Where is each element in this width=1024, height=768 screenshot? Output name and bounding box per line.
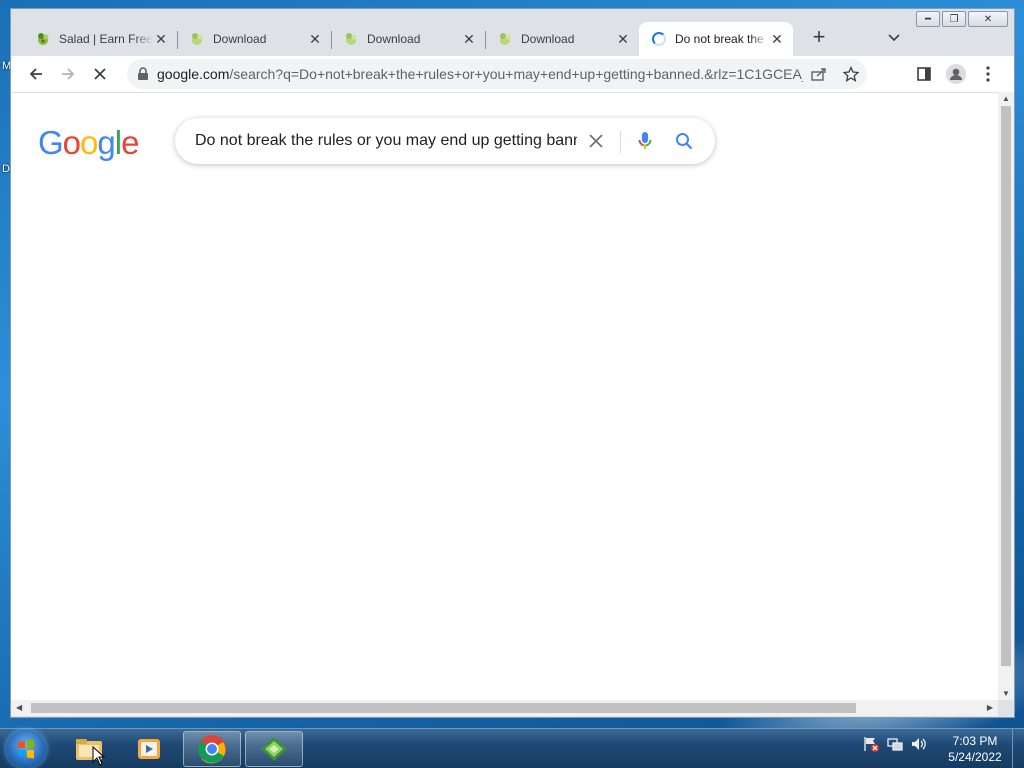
network-icon[interactable]	[886, 735, 904, 753]
close-window-button[interactable]: ✕	[968, 11, 1008, 27]
windows-logo-icon	[18, 739, 34, 759]
taskbar-media-player[interactable]	[120, 731, 178, 767]
lock-icon[interactable]	[137, 67, 149, 81]
clock-date: 5/24/2022	[948, 750, 1002, 764]
tab-search-chevron-icon[interactable]	[883, 27, 905, 49]
tab-download-3[interactable]: Download ✕	[485, 22, 639, 56]
page-content: Google Do not break the rules or you may…	[11, 92, 998, 700]
tab-title: Download	[521, 32, 575, 46]
profile-avatar-icon[interactable]	[940, 58, 972, 90]
scroll-left-arrow-icon[interactable]: ◀	[16, 703, 22, 712]
side-panel-icon[interactable]	[908, 58, 940, 90]
media-player-icon	[138, 739, 160, 759]
microphone-icon[interactable]	[634, 130, 656, 152]
tab-title: Download	[367, 32, 421, 46]
window-controls: ━ ❐ ✕	[916, 11, 1008, 27]
loading-spinner-icon	[651, 31, 667, 47]
salad-app-icon	[261, 737, 287, 761]
clock-time: 7:03 PM	[952, 734, 998, 748]
action-center-flag-icon[interactable]	[862, 735, 880, 753]
salad-icon	[500, 33, 511, 45]
minimize-button[interactable]: ━	[916, 11, 940, 27]
taskbar: 7:03 PM 5/24/2022	[0, 728, 1024, 768]
tab-close-icon[interactable]: ✕	[769, 31, 785, 47]
tab-salad[interactable]: Salad | Earn Free ✕	[23, 22, 177, 56]
horizontal-scrollbar[interactable]: ◀ ▶	[11, 700, 998, 716]
tab-title: Salad | Earn Free	[59, 32, 153, 46]
vertical-scroll-thumb[interactable]	[1001, 106, 1011, 666]
share-icon[interactable]	[803, 58, 835, 90]
back-arrow-icon[interactable]	[20, 58, 52, 90]
horizontal-scroll-thumb[interactable]	[31, 703, 856, 713]
salad-icon	[38, 33, 49, 45]
scroll-up-arrow-icon[interactable]: ▲	[1002, 94, 1010, 103]
system-tray	[862, 735, 928, 753]
new-tab-button[interactable]: +	[805, 23, 833, 51]
clear-search-icon[interactable]	[585, 130, 607, 152]
salad-icon	[346, 33, 357, 45]
tab-close-icon[interactable]: ✕	[153, 31, 169, 47]
google-logo[interactable]: Google	[38, 124, 139, 162]
url-text[interactable]: google.com/search?q=Do+not+break+the+rul…	[157, 66, 803, 82]
tab-close-icon[interactable]: ✕	[461, 31, 477, 47]
mouse-cursor-icon	[92, 746, 106, 766]
tab-download-2[interactable]: Download ✕	[331, 22, 485, 56]
scroll-right-arrow-icon[interactable]: ▶	[987, 703, 993, 712]
tab-strip: Salad | Earn Free ✕ Download ✕ Download …	[23, 20, 793, 56]
start-button[interactable]	[6, 730, 46, 768]
taskbar-chrome[interactable]	[183, 731, 241, 767]
chrome-window: ━ ❐ ✕ Salad | Earn Free ✕ Download ✕ Dow…	[10, 8, 1015, 718]
tab-download-1[interactable]: Download ✕	[177, 22, 331, 56]
search-icon[interactable]	[673, 130, 695, 152]
stop-loading-icon[interactable]	[84, 58, 116, 90]
volume-icon[interactable]	[910, 735, 928, 753]
taskbar-explorer[interactable]	[60, 731, 118, 767]
salad-icon	[192, 33, 203, 45]
tab-active-search[interactable]: Do not break the ✕	[639, 22, 793, 56]
taskbar-clock[interactable]: 7:03 PM 5/24/2022	[940, 733, 1010, 765]
taskbar-app[interactable]	[245, 731, 303, 767]
tab-close-icon[interactable]: ✕	[615, 31, 631, 47]
show-desktop-button[interactable]	[1012, 729, 1024, 768]
bookmark-star-icon[interactable]	[835, 58, 867, 90]
search-box[interactable]: Do not break the rules or you may end up…	[175, 118, 715, 164]
search-input[interactable]: Do not break the rules or you may end up…	[195, 132, 577, 150]
scroll-down-arrow-icon[interactable]: ▼	[1002, 689, 1010, 698]
browser-toolbar: google.com/search?q=Do+not+break+the+rul…	[11, 56, 1014, 92]
tab-close-icon[interactable]: ✕	[307, 31, 323, 47]
chrome-icon	[198, 735, 226, 764]
maximize-button[interactable]: ❐	[942, 11, 966, 27]
desktop-icon-label[interactable]: D	[2, 163, 10, 175]
tab-title: Download	[213, 32, 267, 46]
search-divider	[620, 131, 621, 153]
menu-kebab-icon[interactable]	[972, 58, 1004, 90]
address-bar[interactable]: google.com/search?q=Do+not+break+the+rul…	[127, 59, 867, 89]
forward-arrow-icon[interactable]	[52, 58, 84, 90]
tab-title: Do not break the	[675, 32, 764, 46]
vertical-scrollbar[interactable]: ▲ ▼	[998, 92, 1014, 700]
